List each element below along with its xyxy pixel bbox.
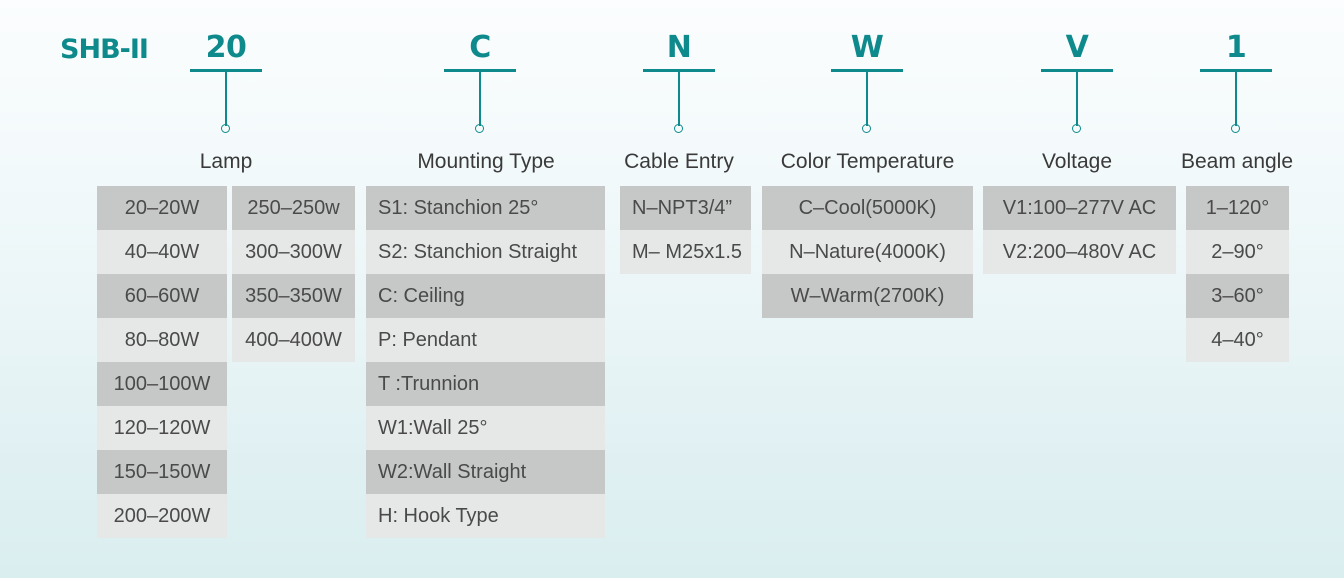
code-token-cable-entry: N bbox=[666, 30, 692, 65]
option-group-lamp-a: 20–20W 40–40W 60–60W 80–80W 100–100W 120… bbox=[97, 186, 227, 538]
leader-stem bbox=[225, 71, 227, 126]
leader-dot bbox=[674, 124, 683, 133]
leader-stem bbox=[866, 71, 868, 126]
leader-stem bbox=[1076, 71, 1078, 126]
column-caption-lamp: Lamp bbox=[199, 150, 253, 173]
leader-dot bbox=[475, 124, 484, 133]
column-caption-color-temperature: Color Temperature bbox=[780, 150, 955, 173]
option-cell[interactable]: 250–250w bbox=[232, 186, 355, 230]
option-cell[interactable]: W–Warm(2700K) bbox=[762, 274, 973, 318]
column-caption-voltage: Voltage bbox=[1041, 150, 1113, 173]
model-code: SHB-II bbox=[60, 34, 149, 65]
option-cell[interactable]: M– M25x1.5 bbox=[620, 230, 751, 274]
leader-dot bbox=[1231, 124, 1240, 133]
option-group-mounting-type: S1: Stanchion 25° S2: Stanchion Straight… bbox=[366, 186, 605, 538]
leader-line-cable-entry bbox=[643, 69, 715, 137]
option-cell[interactable]: S2: Stanchion Straight bbox=[366, 230, 605, 274]
option-cell[interactable]: 20–20W bbox=[97, 186, 227, 230]
code-token-color-temperature: W bbox=[850, 30, 884, 65]
option-group-voltage: V1:100–277V AC V2:200–480V AC bbox=[983, 186, 1176, 274]
leader-line-lamp bbox=[190, 69, 262, 137]
code-token-mounting-type: C bbox=[469, 30, 491, 65]
option-cell[interactable]: S1: Stanchion 25° bbox=[366, 186, 605, 230]
option-cell[interactable]: 300–300W bbox=[232, 230, 355, 274]
leader-line-beam-angle bbox=[1200, 69, 1272, 137]
code-token-lamp: 20 bbox=[205, 30, 247, 65]
option-cell[interactable]: 350–350W bbox=[232, 274, 355, 318]
option-cell[interactable]: 2–90° bbox=[1186, 230, 1289, 274]
leader-line-color-temperature bbox=[831, 69, 903, 137]
option-cell[interactable]: H: Hook Type bbox=[366, 494, 605, 538]
option-group-lamp-b: 250–250w 300–300W 350–350W 400–400W bbox=[232, 186, 355, 362]
option-cell[interactable]: 150–150W bbox=[97, 450, 227, 494]
option-cell[interactable]: 80–80W bbox=[97, 318, 227, 362]
option-cell[interactable]: W1:Wall 25° bbox=[366, 406, 605, 450]
option-cell[interactable]: C: Ceiling bbox=[366, 274, 605, 318]
leader-line-mounting-type bbox=[444, 69, 516, 137]
option-group-cable-entry: N–NPT3/4” M– M25x1.5 bbox=[620, 186, 751, 274]
option-cell[interactable]: 200–200W bbox=[97, 494, 227, 538]
option-cell[interactable]: N–Nature(4000K) bbox=[762, 230, 973, 274]
code-token-voltage: V bbox=[1065, 30, 1089, 65]
ordering-code-diagram: SHB-II 20 C N W V 1 Lamp Mounting Type C… bbox=[0, 0, 1344, 578]
option-cell[interactable]: 100–100W bbox=[97, 362, 227, 406]
leader-dot bbox=[862, 124, 871, 133]
option-cell[interactable]: 60–60W bbox=[97, 274, 227, 318]
option-cell[interactable]: N–NPT3/4” bbox=[620, 186, 751, 230]
option-cell[interactable]: P: Pendant bbox=[366, 318, 605, 362]
option-cell[interactable]: 1–120° bbox=[1186, 186, 1289, 230]
option-cell[interactable]: C–Cool(5000K) bbox=[762, 186, 973, 230]
option-cell[interactable]: V1:100–277V AC bbox=[983, 186, 1176, 230]
option-cell[interactable]: V2:200–480V AC bbox=[983, 230, 1176, 274]
code-token-beam-angle: 1 bbox=[1225, 30, 1247, 65]
option-cell[interactable]: 4–40° bbox=[1186, 318, 1289, 362]
leader-line-voltage bbox=[1041, 69, 1113, 137]
option-cell[interactable]: 40–40W bbox=[97, 230, 227, 274]
leader-stem bbox=[678, 71, 680, 126]
column-caption-cable-entry: Cable Entry bbox=[624, 150, 734, 173]
leader-stem bbox=[1235, 71, 1237, 126]
option-cell[interactable]: T :Trunnion bbox=[366, 362, 605, 406]
option-group-beam-angle: 1–120° 2–90° 3–60° 4–40° bbox=[1186, 186, 1289, 362]
column-caption-beam-angle: Beam angle bbox=[1180, 150, 1294, 173]
column-caption-mounting-type: Mounting Type bbox=[417, 150, 555, 173]
option-cell[interactable]: W2:Wall Straight bbox=[366, 450, 605, 494]
option-group-color-temperature: C–Cool(5000K) N–Nature(4000K) W–Warm(270… bbox=[762, 186, 973, 318]
option-cell[interactable]: 120–120W bbox=[97, 406, 227, 450]
leader-dot bbox=[1072, 124, 1081, 133]
option-cell[interactable]: 3–60° bbox=[1186, 274, 1289, 318]
option-cell[interactable]: 400–400W bbox=[232, 318, 355, 362]
leader-dot bbox=[221, 124, 230, 133]
leader-stem bbox=[479, 71, 481, 126]
